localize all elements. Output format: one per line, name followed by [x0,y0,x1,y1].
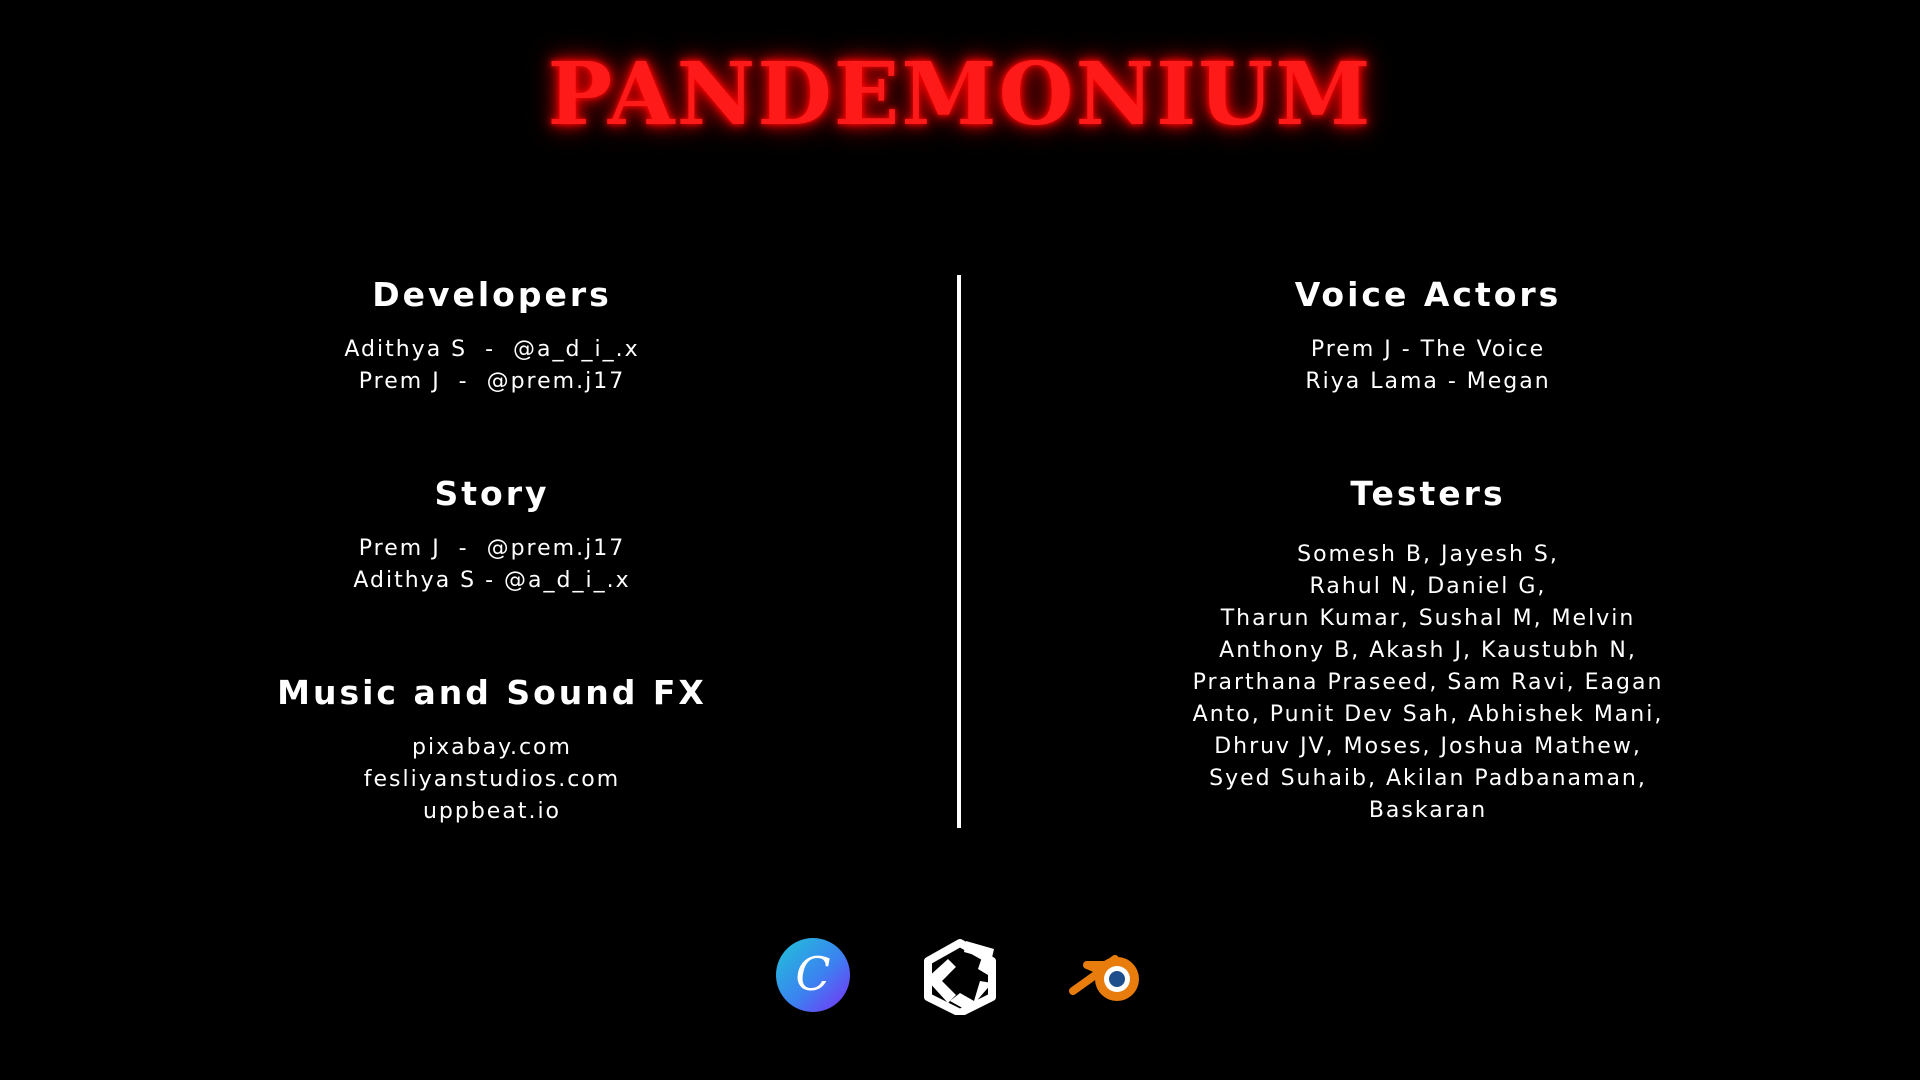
story-line: Prem J - @prem.j17 [358,536,626,561]
testers-section: Testers Somesh B, Jayesh S, Rahul N, Dan… [1078,473,1778,827]
music-section: Music and Sound FX pixabay.com fesliyans… [142,672,842,828]
music-heading: Music and Sound FX [277,673,707,712]
svg-text:C: C [795,947,830,1001]
blender-logo-icon [1067,935,1147,1015]
voice-actor-line: Prem J - The Voice [1310,337,1546,362]
testers-heading: Testers [1350,474,1506,513]
testers-line: Tharun Kumar, Sushal M, Melvin [1220,606,1636,631]
voice-actor-line: Riya Lama - Megan [1305,369,1551,394]
canva-logo-icon: C [773,935,853,1015]
music-line: fesliyanstudios.com [363,767,621,792]
developer-line: Adithya S - @a_d_i_.x [344,337,640,362]
testers-line: Syed Suhaib, Akilan Padbanaman, [1209,766,1647,791]
tool-logos: C [0,935,1920,1017]
developer-line: Prem J - @prem.j17 [358,369,626,394]
story-heading: Story [434,474,550,513]
game-title: PANDEMONIUM [547,44,1373,145]
developers-heading: Developers [372,275,612,314]
testers-line: Anthony B, Akash J, Kaustubh N, [1219,638,1637,663]
developers-section: Developers Adithya S - @a_d_i_.x Prem J … [142,274,842,398]
column-divider [957,275,961,828]
testers-line: Rahul N, Daniel G, [1309,574,1547,599]
music-line: pixabay.com [412,735,572,760]
testers-line: Dhruv JV, Moses, Joshua Mathew, [1214,734,1642,759]
voice-actors-section: Voice Actors Prem J - The Voice Riya Lam… [1078,274,1778,398]
testers-line: Baskaran [1368,798,1488,823]
voice-actors-heading: Voice Actors [1294,275,1562,314]
unity-logo-icon [920,935,1000,1017]
testers-line: Somesh B, Jayesh S, [1297,542,1559,567]
testers-line: Anto, Punit Dev Sah, Abhishek Mani, [1192,702,1664,727]
testers-line: Prarthana Praseed, Sam Ravi, Eagan [1192,670,1664,695]
music-line: uppbeat.io [422,799,562,824]
story-section: Story Prem J - @prem.j17 Adithya S - @a_… [142,473,842,597]
story-line: Adithya S - @a_d_i_.x [353,568,631,593]
